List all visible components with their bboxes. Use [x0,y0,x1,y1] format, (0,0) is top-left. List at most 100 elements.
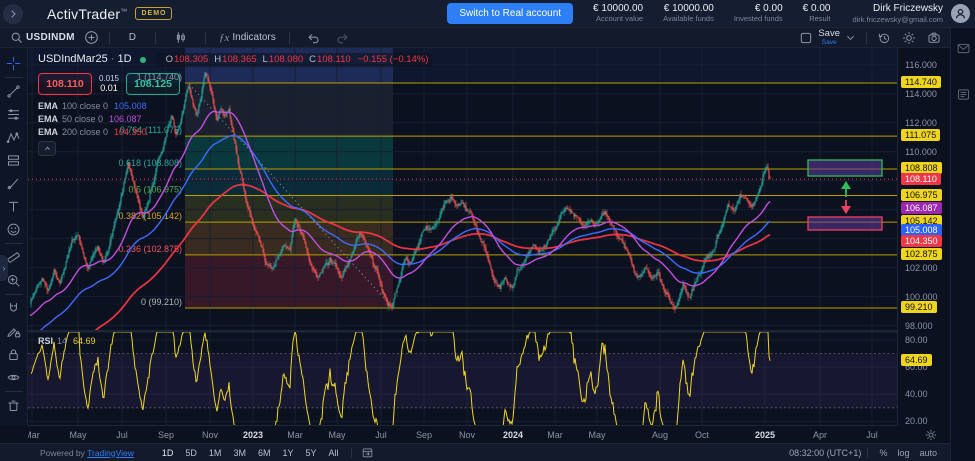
month-label[interactable]: Mar [547,430,563,440]
range-all[interactable]: All [323,446,345,460]
indicator-legend: EMA100 close 0105.008 EMA50 close 0106.08… [38,102,432,137]
axis-settings-gear-icon[interactable] [925,429,937,441]
long-short-position-tool[interactable] [2,149,26,172]
month-label[interactable]: Nov [459,430,475,440]
year-label[interactable]: 2024 [503,430,523,440]
sell-button[interactable]: 108.110 [38,73,92,96]
go-to-date-icon[interactable] [358,446,377,459]
text-tool-tool[interactable] [2,195,26,218]
symbol-search[interactable]: USDINDM [7,31,75,44]
scale-mode-auto[interactable]: auto [914,448,942,458]
ohlc-key: H [214,55,221,65]
price-tick: 110.000 [905,147,937,157]
settings-gear-icon[interactable] [899,31,919,45]
drawing-templates-icon [6,324,21,339]
expand-panel-button[interactable] [3,4,23,24]
change-value: −0.155 (−0.14%) [358,55,429,65]
search-icon [7,31,26,44]
lock-all-icon [6,347,21,362]
pane-collapse-button[interactable] [38,141,56,156]
indicators-button[interactable]: ƒx Indicators [219,32,276,44]
save-button[interactable]: Save Save [818,29,840,46]
compare-add-button[interactable] [81,30,102,45]
range-1y[interactable]: 1Y [276,446,299,460]
range-5y[interactable]: 5Y [299,446,322,460]
scale-mode-buttons: %logauto [874,448,942,458]
fib-retracement-tool[interactable] [2,103,26,126]
rsi-legend: RSI 14 64.69 [38,336,96,346]
month-label[interactable]: May [328,430,345,440]
messages-envelope-icon[interactable] [951,36,975,60]
long-short-position-icon [6,153,21,168]
range-buttons: 1D5D1M3M6M1Y5YAll [156,446,345,460]
save-label: Save [818,29,840,39]
user-info[interactable]: Dirk Friczewsky dirk.friczewsky@gmail.co… [852,3,943,24]
trend-line-tool[interactable] [2,80,26,103]
buy-button[interactable]: 108.125 [126,73,180,96]
month-label[interactable]: Aug [652,430,668,440]
rsi-value-marker: 64.69 [901,354,932,366]
emoji-tool[interactable] [2,218,26,241]
screenshot-camera-icon[interactable] [924,31,944,45]
tradingview-link[interactable]: TradingView [87,448,134,458]
range-3m[interactable]: 3M [227,446,252,460]
scale-mode-pct[interactable]: % [874,448,892,458]
drawing-templates-tool[interactable] [2,320,26,343]
month-label[interactable]: Nov [202,430,218,440]
month-label[interactable]: Mar [287,430,303,440]
year-label[interactable]: 2023 [243,430,263,440]
crosshair-tool[interactable] [2,52,26,75]
hide-all-tool[interactable] [2,366,26,389]
sidebar-expand-handle[interactable]: › [0,255,8,281]
month-label[interactable]: Jul [866,430,878,440]
symbol-title[interactable]: USDIndMar25 · 1D [38,54,132,65]
lock-all-tool[interactable] [2,343,26,366]
rsi-tick: 80.00 [905,335,928,345]
chart-style-button[interactable] [171,31,190,44]
month-label[interactable]: Mar [28,430,40,440]
month-label[interactable]: May [588,430,605,440]
layout-select-button[interactable] [796,31,816,45]
month-label[interactable]: Sep [158,430,174,440]
undo-button[interactable] [303,31,323,45]
price-scale[interactable]: 116.000114.000112.000110.000102.000100.0… [897,48,950,425]
save-menu-chevron[interactable] [842,32,859,43]
scale-mode-log[interactable]: log [892,448,914,458]
month-label[interactable]: Sep [416,430,432,440]
range-1m[interactable]: 1M [203,446,228,460]
interval-button[interactable]: D [125,32,140,43]
account-stat: € 0.00Invested funds [734,3,783,23]
ema-legend-row[interactable]: EMA100 close 0105.008 [38,102,432,111]
avatar[interactable] [951,4,970,23]
ema-legend-row[interactable]: EMA50 close 0106.087 [38,115,432,124]
range-5d[interactable]: 5D [179,446,203,460]
trademark: ™ [120,8,127,15]
month-label[interactable]: Jul [375,430,387,440]
month-label[interactable]: Apr [813,430,827,440]
range-1d[interactable]: 1D [156,446,180,460]
load-layout-icon[interactable] [874,31,894,45]
brush-tool[interactable] [2,172,26,195]
ema-legend-row[interactable]: EMA200 close 0104.350 [38,128,432,137]
ohlc-key: C [309,55,316,65]
bottom-bar: Powered by TradingView 1D5D1M3M6M1Y5YAll… [0,443,950,461]
fib-price-marker: 111.075 [901,129,940,141]
clock-label[interactable]: 08:32:00 (UTC+1) [789,448,861,458]
symbol-search-text: USDINDM [26,32,75,43]
month-label[interactable]: Jul [116,430,128,440]
switch-to-real-button[interactable]: Switch to Real account [447,3,573,24]
xabcd-pattern-tool[interactable] [2,126,26,149]
ema-name: EMA [38,115,58,124]
news-icon[interactable] [951,82,975,106]
spread-info: 0.015 0.01 [92,74,126,94]
year-label[interactable]: 2025 [755,430,775,440]
range-6m[interactable]: 6M [252,446,277,460]
toolbar-divider [109,32,110,44]
redo-button[interactable] [333,31,353,45]
magnet-tool[interactable] [2,297,26,320]
remove-all-tool[interactable] [2,394,26,417]
time-axis[interactable]: Mar May Jul Sep Nov 2023 Mar May Jul Sep Nov 2024 Ma… [28,425,897,443]
month-label[interactable]: Oct [695,430,709,440]
last-price-marker: 108.110 [901,173,941,185]
month-label[interactable]: May [69,430,86,440]
